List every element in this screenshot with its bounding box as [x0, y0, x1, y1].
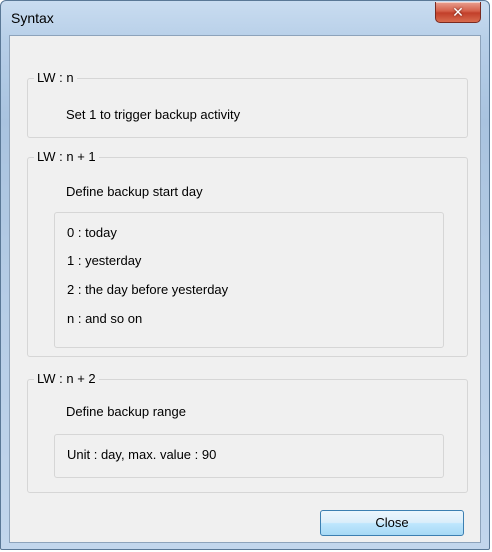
description-lw-n: Set 1 to trigger backup activity	[66, 107, 241, 122]
group-label-lw-n: LW : n	[34, 70, 77, 85]
option-item: n : and so on	[67, 311, 143, 326]
group-label-lw-n1: LW : n + 1	[34, 149, 99, 164]
group-lw-n: LW : n Set 1 to trigger backup activity	[27, 70, 468, 138]
close-button[interactable]: Close	[320, 510, 464, 536]
range-note-box: Unit : day, max. value : 90	[54, 434, 444, 478]
option-item: 1 : yesterday	[67, 253, 142, 268]
window-title: Syntax	[11, 10, 54, 26]
description-lw-n2: Define backup range	[66, 404, 186, 419]
title-bar[interactable]: Syntax ✕	[1, 1, 489, 35]
options-box: 0 : today 1 : yesterday 2 : the day befo…	[54, 212, 444, 348]
description-lw-n1: Define backup start day	[66, 184, 203, 199]
option-item: 2 : the day before yesterday	[67, 282, 229, 297]
syntax-dialog: Syntax ✕ LW : n Set 1 to trigger backup …	[0, 0, 490, 550]
option-item: 0 : today	[67, 225, 117, 240]
close-icon: ✕	[452, 5, 464, 21]
group-lw-n2: LW : n + 2 Define backup range Unit : da…	[27, 371, 468, 493]
dialog-content: LW : n Set 1 to trigger backup activity …	[9, 35, 481, 543]
window-close-button[interactable]: ✕	[435, 2, 481, 23]
group-label-lw-n2: LW : n + 2	[34, 371, 99, 386]
range-note: Unit : day, max. value : 90	[67, 447, 217, 462]
group-lw-n1: LW : n + 1 Define backup start day 0 : t…	[27, 149, 468, 357]
